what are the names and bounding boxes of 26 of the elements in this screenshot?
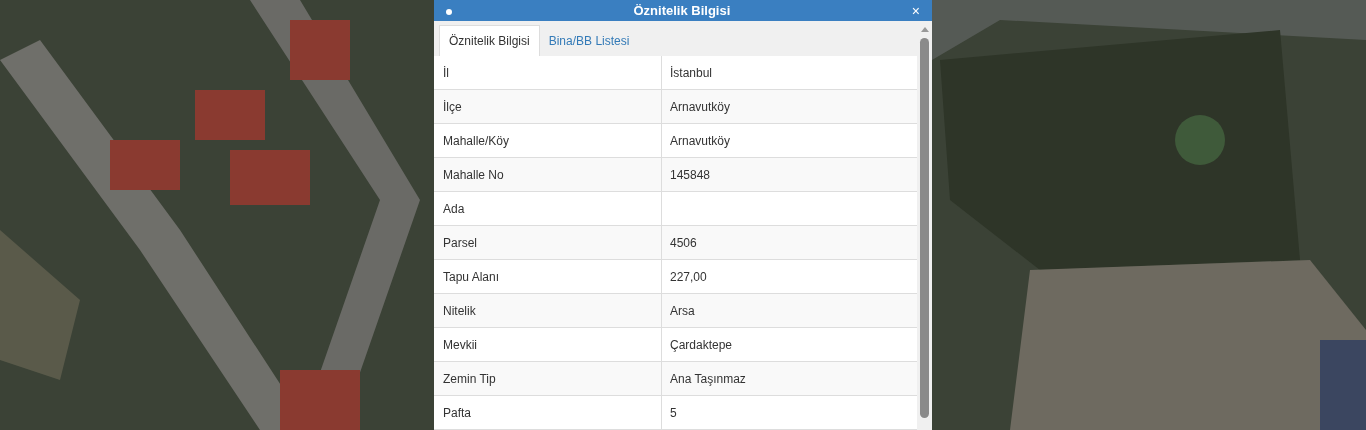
attribute-value: 145848 — [669, 166, 712, 184]
attribute-value: İstanbul — [669, 64, 714, 82]
attribute-name: Parsel — [434, 226, 662, 259]
tab[interactable]: Bina/BB Listesi — [539, 25, 639, 56]
tab[interactable]: Öznitelik Bilgisi — [439, 25, 540, 56]
attribute-name: İl — [434, 56, 662, 89]
attribute-value: Arnavutköy — [669, 98, 732, 116]
attribute-name: Mevkii — [434, 328, 662, 361]
attribute-name: Ada — [434, 192, 662, 225]
close-button[interactable]: × — [911, 3, 920, 18]
scrollbar[interactable] — [917, 21, 932, 430]
attribute-value: Arsa — [669, 302, 696, 320]
attribute-name: Tapu Alanı — [434, 260, 662, 293]
attribute-name: Pafta — [434, 396, 662, 429]
attribute-value: Ana Taşınmaz — [669, 370, 747, 388]
attribute-value: 227,00 — [669, 268, 708, 286]
attribute-name: Mahalle No — [434, 158, 662, 191]
attribute-value: 4506 — [669, 234, 698, 252]
dialog-title: Öznitelik Bilgisi — [632, 4, 732, 17]
attribute-name: İlçe — [434, 90, 662, 123]
attribute-value: Arnavutköy — [669, 132, 732, 150]
attribute-name: Nitelik — [434, 294, 662, 327]
attribute-value: 5 — [669, 404, 678, 422]
attribute-value: Çardaktepe — [669, 336, 734, 354]
attribute-name: Mahalle/Köy — [434, 124, 662, 157]
attribute-name: Zemin Tip — [434, 362, 662, 395]
